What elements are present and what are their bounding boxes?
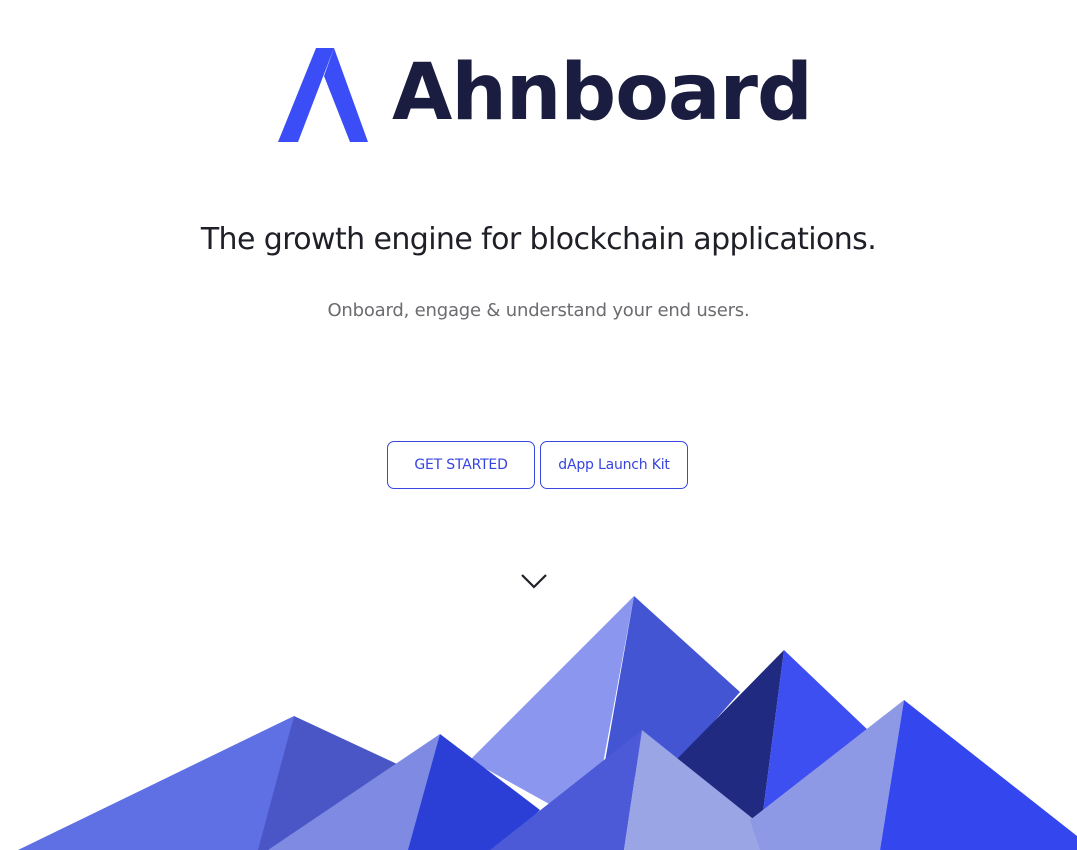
chevron-down-icon[interactable]: [520, 572, 548, 590]
dapp-launch-kit-button[interactable]: dApp Launch Kit: [540, 441, 688, 489]
brand-name: Ahnboard: [392, 48, 813, 138]
get-started-button[interactable]: GET STARTED: [387, 441, 535, 489]
mountains-illustration: [18, 596, 1077, 850]
hero-headline: The growth engine for blockchain applica…: [200, 222, 877, 257]
hero-subheadline: Onboard, engage & understand your end us…: [327, 300, 750, 321]
brand-logo[interactable]: Ahnboard: [276, 46, 813, 144]
landing-page: Ahnboard The growth engine for blockchai…: [0, 0, 1077, 850]
ahnboard-logo-mark-icon: [278, 48, 368, 142]
